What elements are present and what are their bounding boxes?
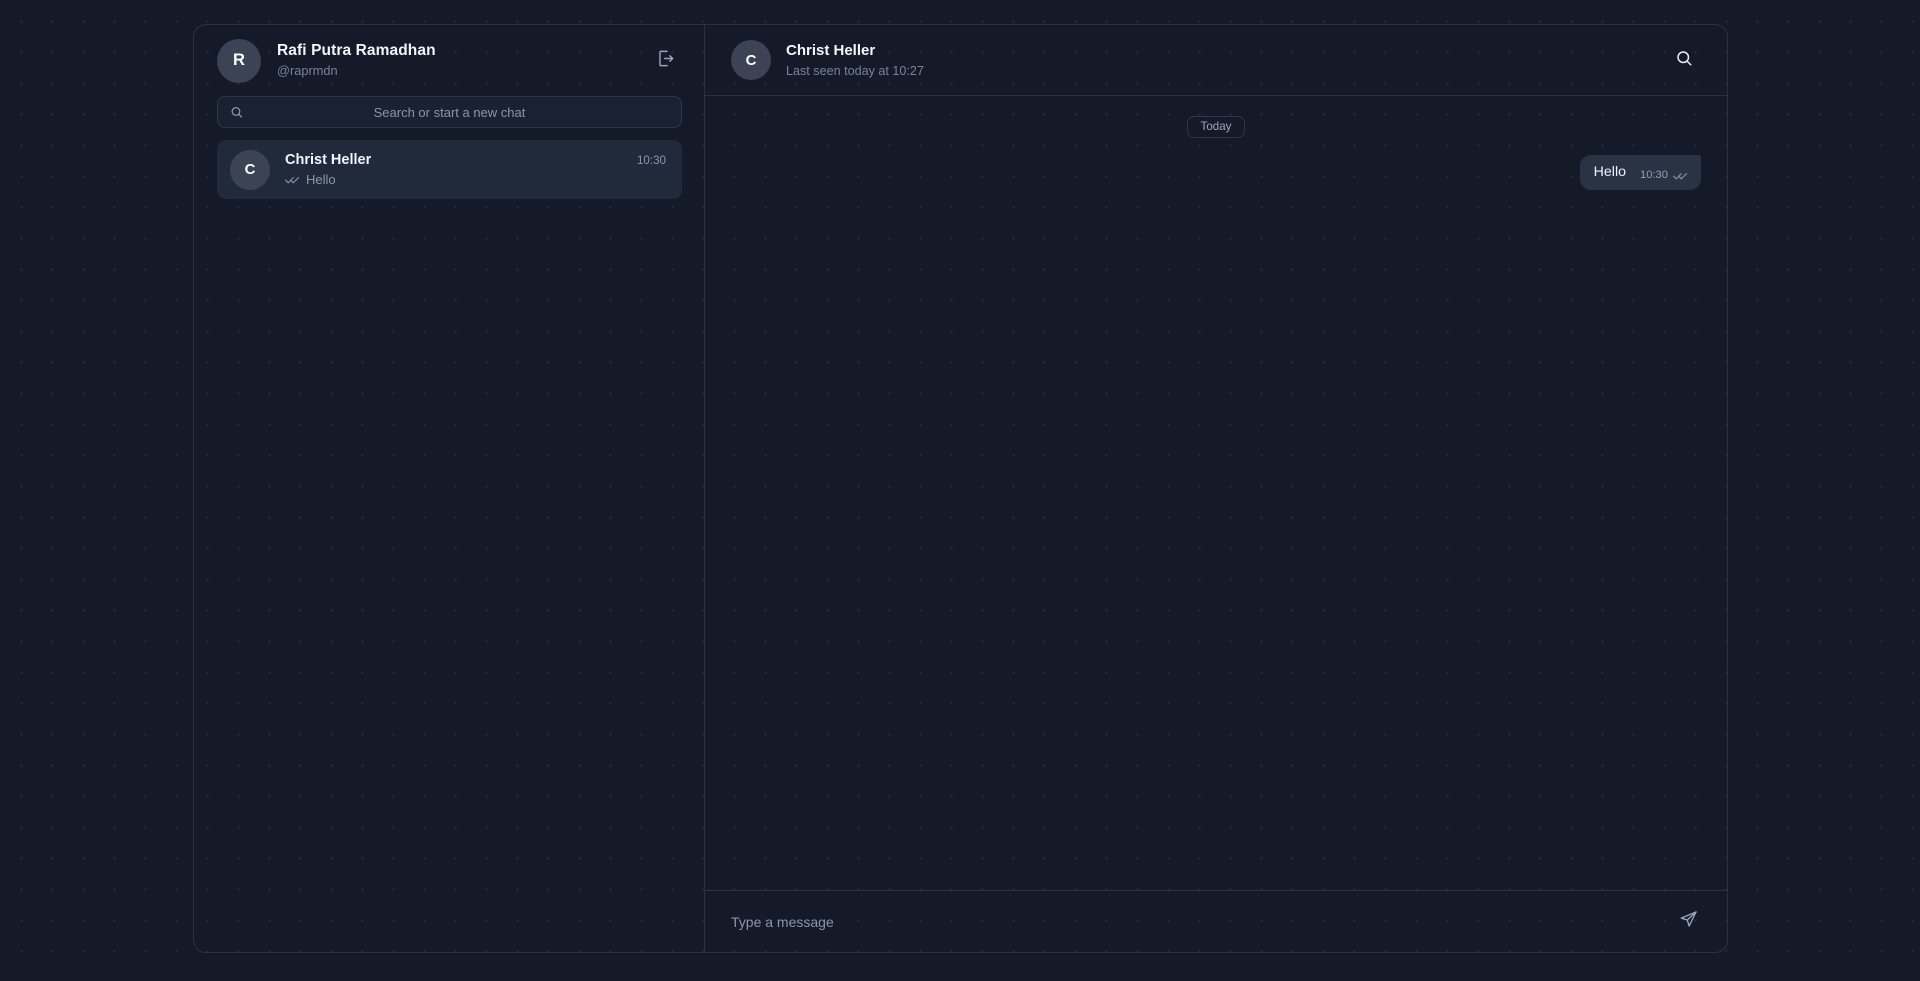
- list-item[interactable]: C Christ Heller 10:30 Hello: [217, 140, 682, 199]
- send-icon: [1679, 910, 1698, 934]
- profile-info: Rafi Putra Ramadhan @raprmdn: [277, 41, 632, 80]
- chat-search-button[interactable]: [1667, 43, 1701, 77]
- message-text: Hello: [1593, 164, 1626, 180]
- search-icon: [1675, 49, 1693, 72]
- search-input[interactable]: Search or start a new chat: [217, 96, 682, 128]
- search-icon: [230, 106, 243, 119]
- logout-button[interactable]: [648, 44, 682, 78]
- chat-panel: C Christ Heller Last seen today at 10:27…: [705, 25, 1727, 952]
- search-placeholder: Search or start a new chat: [373, 104, 526, 120]
- day-divider: Today: [1186, 116, 1246, 138]
- avatar-initial: C: [244, 161, 256, 178]
- message-composer: Type a message: [705, 890, 1727, 952]
- chat-app-card: R Rafi Putra Ramadhan @raprmdn Search or…: [193, 24, 1728, 953]
- profile-name: Rafi Putra Ramadhan: [277, 42, 436, 60]
- chat-item-body: Christ Heller 10:30 Hello: [285, 152, 666, 187]
- avatar: C: [230, 149, 270, 190]
- sidebar: R Rafi Putra Ramadhan @raprmdn Search or…: [194, 25, 705, 952]
- double-check-icon: [1673, 170, 1688, 181]
- avatar-initial: C: [745, 51, 757, 69]
- message-list: Today Hello 10:30: [705, 96, 1727, 890]
- message-input[interactable]: Type a message: [731, 914, 1655, 930]
- double-check-icon: [285, 174, 300, 185]
- avatar-initial: R: [233, 51, 245, 69]
- chat-item-snippet: Hello: [306, 172, 336, 187]
- profile-handle: @raprmdn: [277, 63, 338, 79]
- chat-item-top-row: Christ Heller 10:30: [285, 152, 666, 168]
- chat-header-status: Last seen today at 10:27: [786, 63, 924, 78]
- message-time: 10:30: [1640, 169, 1668, 182]
- send-button[interactable]: [1671, 905, 1705, 939]
- sidebar-header: R Rafi Putra Ramadhan @raprmdn: [194, 25, 704, 96]
- search-container: Search or start a new chat: [194, 96, 704, 128]
- chat-list: C Christ Heller 10:30 Hello: [194, 128, 704, 952]
- message-bubble-outgoing[interactable]: Hello 10:30: [1579, 155, 1701, 191]
- logout-icon: [656, 49, 675, 73]
- chat-header: C Christ Heller Last seen today at 10:27: [705, 25, 1727, 96]
- chat-item-time: 10:30: [636, 154, 666, 167]
- chat-item-preview: Hello: [285, 172, 666, 187]
- message-meta: 10:30: [1640, 169, 1688, 182]
- chat-header-name: Christ Heller: [786, 42, 876, 60]
- avatar[interactable]: C: [731, 40, 771, 80]
- avatar: R: [217, 38, 261, 83]
- chat-item-name: Christ Heller: [285, 152, 372, 168]
- chat-header-info: Christ Heller Last seen today at 10:27: [786, 41, 1652, 79]
- message-row: Hello 10:30: [731, 155, 1701, 191]
